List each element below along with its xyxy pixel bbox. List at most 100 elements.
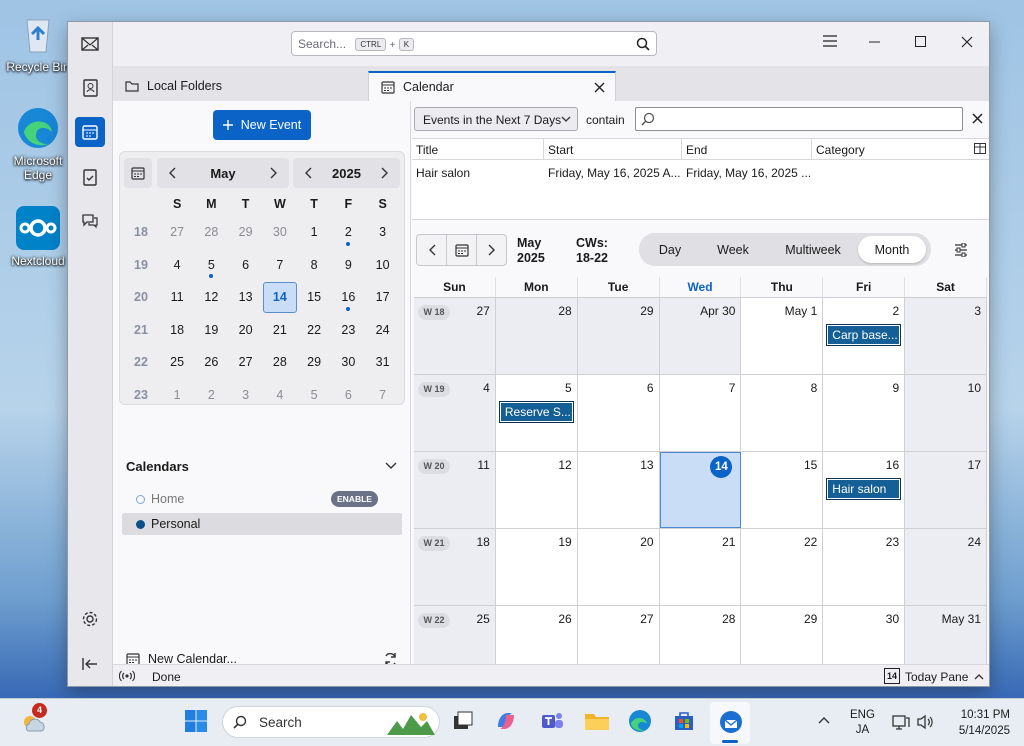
- mini-day[interactable]: 17: [366, 281, 400, 314]
- mini-day[interactable]: 2: [194, 379, 228, 412]
- mini-day[interactable]: 9: [331, 249, 365, 282]
- minimize-button[interactable]: [869, 41, 881, 43]
- weather-widget[interactable]: 4: [20, 703, 47, 735]
- table-row[interactable]: Hair salon Friday, May 16, 2025 A... Fri…: [412, 161, 989, 183]
- mini-day[interactable]: 8: [297, 249, 331, 282]
- day-cell[interactable]: W 20 11: [414, 452, 496, 528]
- mini-day[interactable]: 3: [229, 379, 263, 412]
- day-cell[interactable]: 20: [577, 529, 660, 605]
- enable-badge[interactable]: ENABLE: [331, 491, 378, 507]
- prev-year-button[interactable]: [293, 167, 323, 179]
- day-cell[interactable]: 7: [659, 375, 742, 451]
- mini-day[interactable]: 4: [263, 379, 297, 412]
- close-search-button[interactable]: [972, 113, 983, 124]
- network-icon[interactable]: [892, 714, 910, 730]
- mini-day[interactable]: 29: [229, 216, 263, 249]
- calendar-space-button[interactable]: [75, 117, 105, 147]
- day-cell[interactable]: W 19 4: [414, 375, 496, 451]
- day-cell[interactable]: 19: [495, 529, 578, 605]
- tab-calendar[interactable]: Calendar: [368, 71, 616, 101]
- day-cell[interactable]: 12: [495, 452, 578, 528]
- column-header-category[interactable]: Category: [812, 139, 972, 160]
- mini-day[interactable]: 10: [366, 249, 400, 282]
- today-button[interactable]: [447, 235, 477, 265]
- view-week-button[interactable]: Week: [698, 236, 768, 263]
- day-cell[interactable]: Apr 30: [659, 298, 742, 374]
- day-cell[interactable]: 6: [577, 375, 660, 451]
- mini-day[interactable]: 25: [160, 346, 194, 379]
- mini-day[interactable]: 27: [160, 216, 194, 249]
- settings-button[interactable]: [75, 604, 105, 634]
- mini-day[interactable]: 29: [297, 346, 331, 379]
- mini-day[interactable]: 7: [366, 379, 400, 412]
- day-cell[interactable]: 5 Reserve S...: [495, 375, 578, 451]
- mini-day[interactable]: 7: [263, 249, 297, 282]
- mini-day[interactable]: 5: [297, 379, 331, 412]
- mini-day[interactable]: 16: [331, 281, 365, 314]
- day-cell[interactable]: 8: [741, 375, 824, 451]
- clock[interactable]: 10:31 PM 5/14/2025: [944, 707, 1010, 739]
- mini-day[interactable]: 1: [160, 379, 194, 412]
- mini-day[interactable]: 22: [297, 314, 331, 347]
- next-period-button[interactable]: [477, 235, 506, 265]
- desktop-icon-nextcloud[interactable]: Nextcloud: [6, 204, 70, 268]
- view-month-button[interactable]: Month: [858, 236, 926, 263]
- view-day-button[interactable]: Day: [642, 236, 698, 263]
- next-month-button[interactable]: [259, 167, 289, 179]
- mini-day[interactable]: 6: [331, 379, 365, 412]
- mini-day[interactable]: 28: [194, 216, 228, 249]
- day-cell[interactable]: W 21 18: [414, 529, 496, 605]
- new-event-button[interactable]: New Event: [213, 110, 311, 140]
- view-multiweek-button[interactable]: Multiweek: [768, 236, 858, 263]
- today-pane-toggle[interactable]: 14 Today Pane: [884, 668, 984, 684]
- calendar-item-home[interactable]: Home ENABLE: [122, 489, 402, 509]
- tab-local-folders[interactable]: Local Folders: [113, 71, 368, 101]
- global-search-input[interactable]: Search... CTRL + K: [291, 31, 657, 56]
- mini-day[interactable]: 24: [366, 314, 400, 347]
- mini-day[interactable]: 27: [229, 346, 263, 379]
- start-button[interactable]: [184, 709, 210, 735]
- calendar-item-personal[interactable]: Personal: [122, 513, 402, 535]
- next-year-button[interactable]: [370, 167, 400, 179]
- show-hidden-icons-button[interactable]: [818, 716, 830, 724]
- edge-taskbar-button[interactable]: [628, 709, 654, 735]
- event-reserve[interactable]: Reserve S...: [498, 401, 574, 423]
- desktop-icon-edge[interactable]: Microsoft Edge: [6, 104, 70, 182]
- mini-day[interactable]: 6: [229, 249, 263, 282]
- desktop-icon-recycle-bin[interactable]: Recycle Bin: [6, 10, 70, 74]
- day-cell[interactable]: 24: [905, 529, 988, 605]
- tasks-space-button[interactable]: [75, 162, 105, 192]
- thunderbird-taskbar-button[interactable]: [710, 702, 750, 744]
- mini-day[interactable]: 19: [194, 314, 228, 347]
- column-header-start[interactable]: Start: [544, 139, 682, 160]
- mini-day[interactable]: 12: [194, 281, 228, 314]
- mini-day[interactable]: 20: [229, 314, 263, 347]
- day-cell[interactable]: W 18 27: [414, 298, 496, 374]
- event-hair-salon[interactable]: Hair salon: [826, 478, 902, 500]
- event-filter-dropdown[interactable]: Events in the Next 7 Days: [414, 107, 578, 131]
- day-cell[interactable]: 9: [823, 375, 906, 451]
- day-cell[interactable]: 23: [823, 529, 906, 605]
- mini-day[interactable]: 28: [263, 346, 297, 379]
- day-cell[interactable]: 17: [905, 452, 988, 528]
- day-cell[interactable]: 10: [905, 375, 988, 451]
- app-menu-button[interactable]: [823, 35, 837, 47]
- mini-day[interactable]: 2: [331, 216, 365, 249]
- mini-day[interactable]: 18: [160, 314, 194, 347]
- mini-today-button[interactable]: [124, 158, 152, 188]
- mini-day[interactable]: 13: [229, 281, 263, 314]
- mini-day[interactable]: 30: [331, 346, 365, 379]
- view-options-button[interactable]: [954, 243, 968, 257]
- day-cell[interactable]: 13: [577, 452, 660, 528]
- calendars-collapse-button[interactable]: [385, 462, 397, 470]
- mini-day[interactable]: 26: [194, 346, 228, 379]
- store-button[interactable]: [672, 709, 698, 735]
- day-cell[interactable]: 2 Carp base...: [823, 298, 906, 374]
- task-view-button[interactable]: [451, 709, 477, 735]
- day-cell[interactable]: 22: [741, 529, 824, 605]
- language-indicator[interactable]: ENG JA: [850, 708, 875, 738]
- mini-day[interactable]: 21: [263, 314, 297, 347]
- mini-day[interactable]: 31: [366, 346, 400, 379]
- day-cell-today[interactable]: 14: [659, 452, 742, 528]
- address-book-space-button[interactable]: [75, 73, 105, 103]
